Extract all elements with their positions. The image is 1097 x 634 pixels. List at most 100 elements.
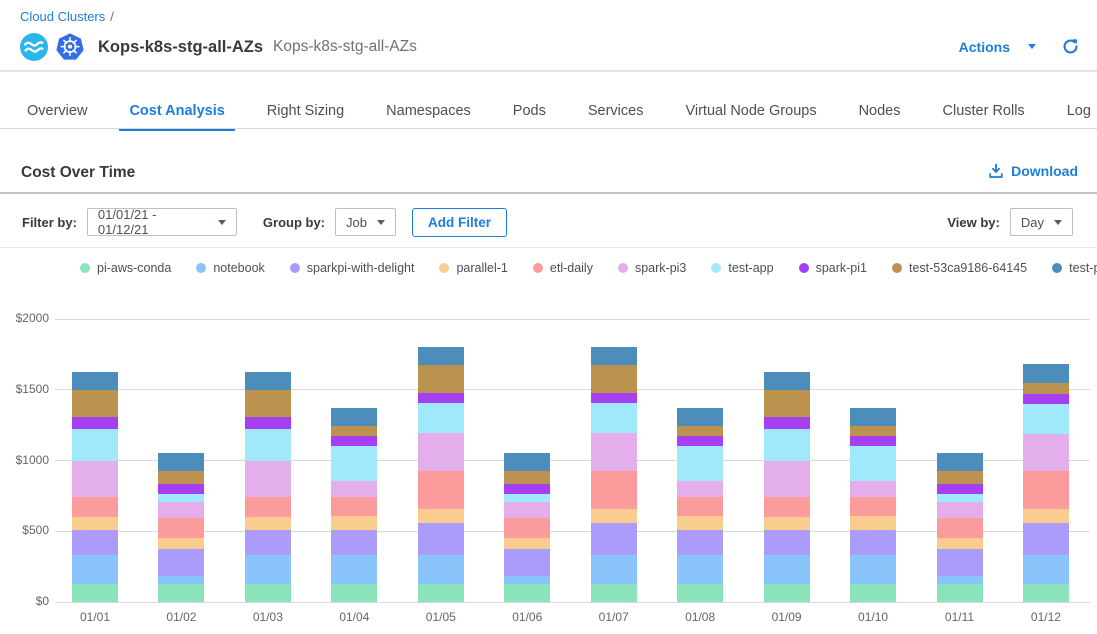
group-by-select[interactable]: Job <box>335 208 396 236</box>
bar-segment-test-53ca9186-64145[interactable] <box>245 390 291 418</box>
stacked-bar-01/09[interactable] <box>764 372 810 602</box>
breadcrumb-link-cloud-clusters[interactable]: Cloud Clusters <box>20 9 105 24</box>
tab-namespaces[interactable]: Namespaces <box>376 94 481 131</box>
bar-segment-test-pkix[interactable] <box>504 453 550 471</box>
bar-segment-parallel-1[interactable] <box>677 516 723 529</box>
bar-segment-test-app[interactable] <box>72 429 118 460</box>
bar-segment-test-pkix[interactable] <box>158 453 204 471</box>
bar-segment-etl-daily[interactable] <box>591 471 637 508</box>
bar-segment-sparkpi-with-delight[interactable] <box>72 530 118 555</box>
bar-segment-spark-pi1[interactable] <box>158 484 204 494</box>
stacked-bar-01/11[interactable] <box>937 453 983 602</box>
legend-item-notebook[interactable]: notebook <box>196 261 264 275</box>
bar-segment-pi-aws-conda[interactable] <box>591 584 637 602</box>
legend-item-spark-pi3[interactable]: spark-pi3 <box>618 261 686 275</box>
bar-segment-spark-pi1[interactable] <box>331 436 377 446</box>
bar-segment-spark-pi1[interactable] <box>72 417 118 429</box>
bar-segment-sparkpi-with-delight[interactable] <box>418 523 464 556</box>
bar-segment-spark-pi3[interactable] <box>245 461 291 498</box>
bar-segment-sparkpi-with-delight[interactable] <box>1023 523 1069 555</box>
legend-item-sparkpi-with-delight[interactable]: sparkpi-with-delight <box>290 261 415 275</box>
stacked-bar-01/03[interactable] <box>245 372 291 602</box>
bar-segment-spark-pi3[interactable] <box>677 481 723 497</box>
bar-segment-parallel-1[interactable] <box>937 538 983 549</box>
bar-segment-sparkpi-with-delight[interactable] <box>331 530 377 555</box>
bar-segment-spark-pi1[interactable] <box>677 436 723 446</box>
bar-segment-test-app[interactable] <box>591 403 637 433</box>
legend-item-test-app[interactable]: test-app <box>711 261 773 275</box>
bar-segment-parallel-1[interactable] <box>764 517 810 530</box>
bar-segment-sparkpi-with-delight[interactable] <box>937 549 983 576</box>
bar-segment-test-pkix[interactable] <box>764 372 810 390</box>
bar-segment-test-pkix[interactable] <box>1023 364 1069 382</box>
bar-segment-test-pkix[interactable] <box>591 347 637 365</box>
stacked-bar-01/02[interactable] <box>158 453 204 602</box>
bar-segment-sparkpi-with-delight[interactable] <box>591 523 637 556</box>
bar-segment-spark-pi3[interactable] <box>418 433 464 471</box>
tab-right-sizing[interactable]: Right Sizing <box>257 94 354 131</box>
bar-segment-test-53ca9186-64145[interactable] <box>331 426 377 436</box>
tab-services[interactable]: Services <box>578 94 654 131</box>
bar-segment-notebook[interactable] <box>591 555 637 583</box>
legend-item-test-pkix[interactable]: test-pkix <box>1052 261 1097 275</box>
tab-log[interactable]: Log <box>1057 94 1097 131</box>
bar-segment-pi-aws-conda[interactable] <box>245 584 291 602</box>
bar-segment-parallel-1[interactable] <box>1023 509 1069 524</box>
bar-segment-notebook[interactable] <box>764 555 810 584</box>
bar-segment-pi-aws-conda[interactable] <box>418 584 464 602</box>
view-by-select[interactable]: Day <box>1010 208 1073 236</box>
bar-segment-test-pkix[interactable] <box>418 347 464 365</box>
bar-segment-test-app[interactable] <box>245 429 291 460</box>
bar-segment-parallel-1[interactable] <box>591 509 637 523</box>
bar-segment-test-pkix[interactable] <box>245 372 291 390</box>
bar-segment-etl-daily[interactable] <box>1023 471 1069 508</box>
tab-virtual-node-groups[interactable]: Virtual Node Groups <box>675 94 826 131</box>
bar-segment-spark-pi3[interactable] <box>504 502 550 518</box>
bar-segment-etl-daily[interactable] <box>764 497 810 517</box>
bar-segment-test-pkix[interactable] <box>72 372 118 390</box>
bar-segment-test-pkix[interactable] <box>677 408 723 426</box>
tab-cost-analysis[interactable]: Cost Analysis <box>119 94 234 131</box>
tab-cluster-rolls[interactable]: Cluster Rolls <box>933 94 1035 131</box>
bar-segment-etl-daily[interactable] <box>850 497 896 516</box>
bar-segment-etl-daily[interactable] <box>331 497 377 516</box>
bar-segment-parallel-1[interactable] <box>331 516 377 529</box>
bar-segment-etl-daily[interactable] <box>245 497 291 517</box>
bar-segment-spark-pi3[interactable] <box>72 461 118 498</box>
bar-segment-notebook[interactable] <box>331 555 377 584</box>
bar-segment-test-53ca9186-64145[interactable] <box>591 365 637 393</box>
bar-segment-etl-daily[interactable] <box>158 518 204 538</box>
legend-item-parallel-1[interactable]: parallel-1 <box>439 261 507 275</box>
bar-segment-test-app[interactable] <box>158 494 204 502</box>
bar-segment-etl-daily[interactable] <box>72 497 118 517</box>
bar-segment-notebook[interactable] <box>1023 555 1069 583</box>
bar-segment-spark-pi1[interactable] <box>591 393 637 403</box>
stacked-bar-01/04[interactable] <box>331 408 377 602</box>
bar-segment-spark-pi1[interactable] <box>937 484 983 494</box>
bar-segment-spark-pi3[interactable] <box>1023 434 1069 471</box>
tab-overview[interactable]: Overview <box>17 94 97 131</box>
tab-nodes[interactable]: Nodes <box>849 94 911 131</box>
bar-segment-sparkpi-with-delight[interactable] <box>504 549 550 576</box>
bar-segment-notebook[interactable] <box>504 576 550 584</box>
bar-segment-etl-daily[interactable] <box>504 518 550 538</box>
bar-segment-test-app[interactable] <box>850 446 896 481</box>
bar-segment-sparkpi-with-delight[interactable] <box>677 530 723 555</box>
bar-segment-spark-pi1[interactable] <box>245 417 291 429</box>
actions-button[interactable]: Actions <box>959 39 1036 55</box>
bar-segment-pi-aws-conda[interactable] <box>158 584 204 602</box>
bar-segment-pi-aws-conda[interactable] <box>764 584 810 602</box>
bar-segment-test-53ca9186-64145[interactable] <box>1023 383 1069 394</box>
bar-segment-pi-aws-conda[interactable] <box>72 584 118 602</box>
date-range-select[interactable]: 01/01/21 - 01/12/21 <box>87 208 237 236</box>
bar-segment-parallel-1[interactable] <box>850 516 896 529</box>
legend-item-test-53ca9186-64145[interactable]: test-53ca9186-64145 <box>892 261 1027 275</box>
legend-item-etl-daily[interactable]: etl-daily <box>533 261 593 275</box>
bar-segment-etl-daily[interactable] <box>418 471 464 508</box>
bar-segment-notebook[interactable] <box>72 555 118 584</box>
bar-segment-spark-pi1[interactable] <box>418 393 464 403</box>
legend-item-pi-aws-conda[interactable]: pi-aws-conda <box>80 261 171 275</box>
bar-segment-test-app[interactable] <box>1023 404 1069 434</box>
add-filter-button[interactable]: Add Filter <box>412 208 507 237</box>
bar-segment-notebook[interactable] <box>245 555 291 584</box>
